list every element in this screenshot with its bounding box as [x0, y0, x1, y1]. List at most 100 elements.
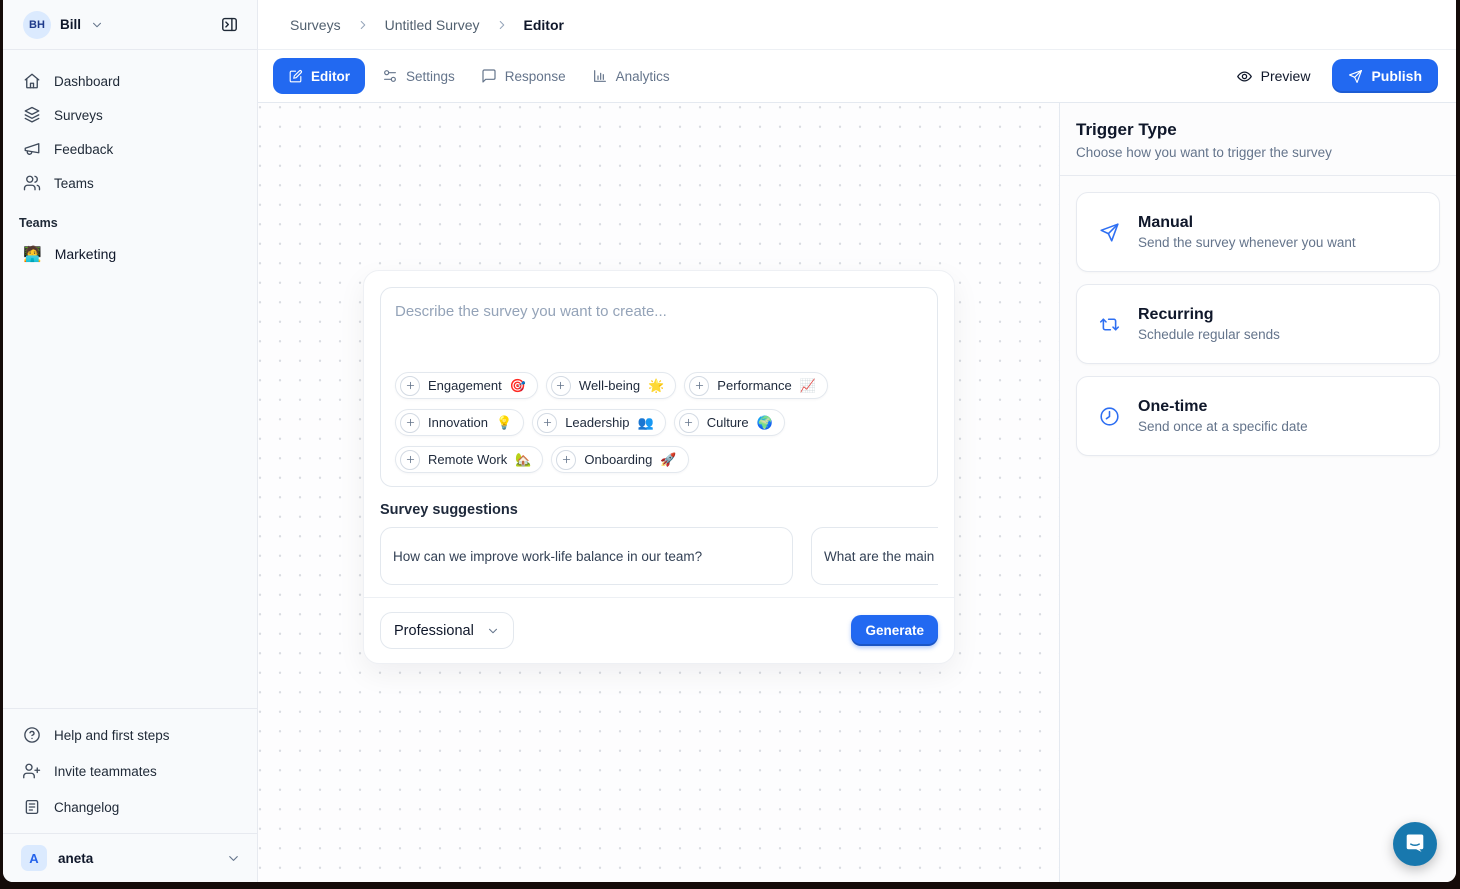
send-icon: [1348, 69, 1363, 84]
chevron-down-icon: [486, 624, 500, 638]
topic-chip-well-being[interactable]: Well-being 🌟: [546, 372, 676, 399]
generate-button[interactable]: Generate: [851, 615, 938, 646]
toolbar-actions: Preview Publish: [1236, 59, 1438, 93]
editor-canvas[interactable]: Engagement 🎯 Well-being 🌟 Performance: [258, 103, 1059, 882]
option-description: Send the survey whenever you want: [1138, 235, 1356, 250]
sidebar-item-label: Dashboard: [54, 74, 120, 89]
panel-title: Trigger Type: [1076, 120, 1440, 140]
eye-icon: [1236, 68, 1253, 85]
topic-chip-innovation[interactable]: Innovation 💡: [395, 409, 524, 436]
sidebar-item-label: Help and first steps: [54, 728, 170, 743]
toolbar-tabs: Editor Settings Response: [273, 58, 679, 94]
trigger-type-panel: Trigger Type Choose how you want to trig…: [1059, 103, 1456, 882]
sidebar-footer-nav: Help and first steps Invite teammates Ch…: [3, 709, 257, 833]
busts-emoji-icon: 👥: [638, 415, 654, 431]
tab-label: Editor: [311, 69, 350, 84]
users-icon: [23, 174, 41, 192]
sidebar-item-label: Feedback: [54, 142, 113, 157]
composer-footer: Professional Generate: [364, 597, 954, 663]
option-title: Recurring: [1138, 306, 1280, 324]
publish-button[interactable]: Publish: [1332, 59, 1438, 93]
suggestion-card[interactable]: How can we improve work-life balance in …: [380, 527, 793, 585]
sidebar-item-surveys[interactable]: Surveys: [3, 98, 257, 132]
suggestions-row: How can we improve work-life balance in …: [380, 527, 938, 585]
option-description: Schedule regular sends: [1138, 327, 1280, 342]
trigger-option-recurring[interactable]: Recurring Schedule regular sends: [1076, 284, 1440, 364]
tab-label: Settings: [406, 69, 455, 84]
collapse-sidebar-button[interactable]: [215, 11, 243, 39]
topic-chip-onboarding[interactable]: Onboarding 🚀: [551, 446, 688, 473]
plus-circle-icon: [400, 450, 420, 470]
sidebar-team-marketing[interactable]: 🧑‍💻 Marketing: [3, 236, 257, 272]
clock-icon: [1099, 406, 1120, 427]
generate-label: Generate: [865, 623, 924, 638]
chip-label: Leadership: [565, 415, 629, 430]
trigger-option-one-time[interactable]: One-time Send once at a specific date: [1076, 376, 1440, 456]
home-icon: [23, 72, 41, 90]
topic-chips: Engagement 🎯 Well-being 🌟 Performance: [381, 372, 937, 486]
topic-chip-engagement[interactable]: Engagement 🎯: [395, 372, 538, 399]
publish-label: Publish: [1371, 68, 1422, 84]
sidebar-item-feedback[interactable]: Feedback: [3, 132, 257, 166]
plus-circle-icon: [556, 450, 576, 470]
survey-prompt-card: Engagement 🎯 Well-being 🌟 Performance: [380, 287, 938, 487]
bar-chart-icon: [592, 68, 608, 84]
edit-icon: [288, 69, 303, 84]
sidebar-item-help[interactable]: Help and first steps: [3, 717, 257, 753]
preview-button[interactable]: Preview: [1236, 68, 1311, 85]
chat-launcher-button[interactable]: [1393, 822, 1437, 866]
tab-response[interactable]: Response: [472, 58, 575, 94]
suggestion-text: What are the main ob: [824, 549, 938, 564]
trigger-option-manual[interactable]: Manual Send the survey whenever you want: [1076, 192, 1440, 272]
chevron-right-icon: [356, 18, 370, 32]
globe-emoji-icon: 🌍: [757, 415, 773, 431]
sidebar-item-invite[interactable]: Invite teammates: [3, 753, 257, 789]
topic-chip-leadership[interactable]: Leadership 👥: [532, 409, 666, 436]
sidebar-item-dashboard[interactable]: Dashboard: [3, 64, 257, 98]
sidebar-item-label: Teams: [54, 176, 94, 191]
workspace-switcher[interactable]: BH Bill: [3, 0, 257, 50]
chevron-down-icon: [226, 851, 241, 866]
account-menu[interactable]: A aneta: [3, 834, 257, 882]
breadcrumb-surveys[interactable]: Surveys: [290, 17, 341, 33]
megaphone-icon: [23, 140, 41, 158]
survey-description-input[interactable]: [381, 288, 937, 372]
workspace-name: Bill: [60, 17, 81, 32]
sidebar-item-label: Surveys: [54, 108, 103, 123]
tab-settings[interactable]: Settings: [373, 58, 464, 94]
topic-chip-culture[interactable]: Culture 🌍: [674, 409, 785, 436]
chip-label: Well-being: [579, 378, 640, 393]
sidebar-item-label: Changelog: [54, 800, 119, 815]
sidebar: BH Bill Dashboard Surv: [3, 0, 258, 882]
technologist-emoji-icon: 🧑‍💻: [23, 245, 42, 263]
star-emoji-icon: 🌟: [648, 378, 664, 394]
topic-chip-remote-work[interactable]: Remote Work 🏡: [395, 446, 543, 473]
topic-chip-performance[interactable]: Performance 📈: [684, 372, 828, 399]
send-icon: [1099, 222, 1120, 243]
chevron-down-icon: [90, 18, 104, 32]
sliders-icon: [382, 68, 398, 84]
suggestion-card[interactable]: What are the main ob: [811, 527, 938, 585]
option-title: One-time: [1138, 398, 1308, 416]
layers-icon: [23, 106, 41, 124]
sidebar-item-label: Invite teammates: [54, 764, 157, 779]
plus-circle-icon: [537, 413, 557, 433]
sidebar-nav: Dashboard Surveys Feedback Teams: [3, 50, 257, 200]
breadcrumb: Surveys Untitled Survey Editor: [258, 0, 1456, 50]
sidebar-item-changelog[interactable]: Changelog: [3, 789, 257, 825]
tab-editor[interactable]: Editor: [273, 58, 365, 94]
breadcrumb-editor: Editor: [524, 17, 564, 33]
changelog-icon: [23, 798, 41, 816]
chat-bubble-icon: [1403, 831, 1427, 858]
ai-survey-composer: Engagement 🎯 Well-being 🌟 Performance: [363, 270, 955, 664]
tab-analytics[interactable]: Analytics: [583, 58, 679, 94]
team-name: Marketing: [55, 246, 116, 262]
rocket-emoji-icon: 🚀: [660, 452, 676, 468]
sidebar-item-teams[interactable]: Teams: [3, 166, 257, 200]
breadcrumb-untitled-survey[interactable]: Untitled Survey: [385, 17, 480, 33]
trigger-panel-header: Trigger Type Choose how you want to trig…: [1060, 103, 1456, 176]
house-emoji-icon: 🏡: [515, 452, 531, 468]
tab-label: Analytics: [616, 69, 670, 84]
preview-label: Preview: [1261, 68, 1311, 84]
tone-select[interactable]: Professional: [380, 612, 514, 649]
